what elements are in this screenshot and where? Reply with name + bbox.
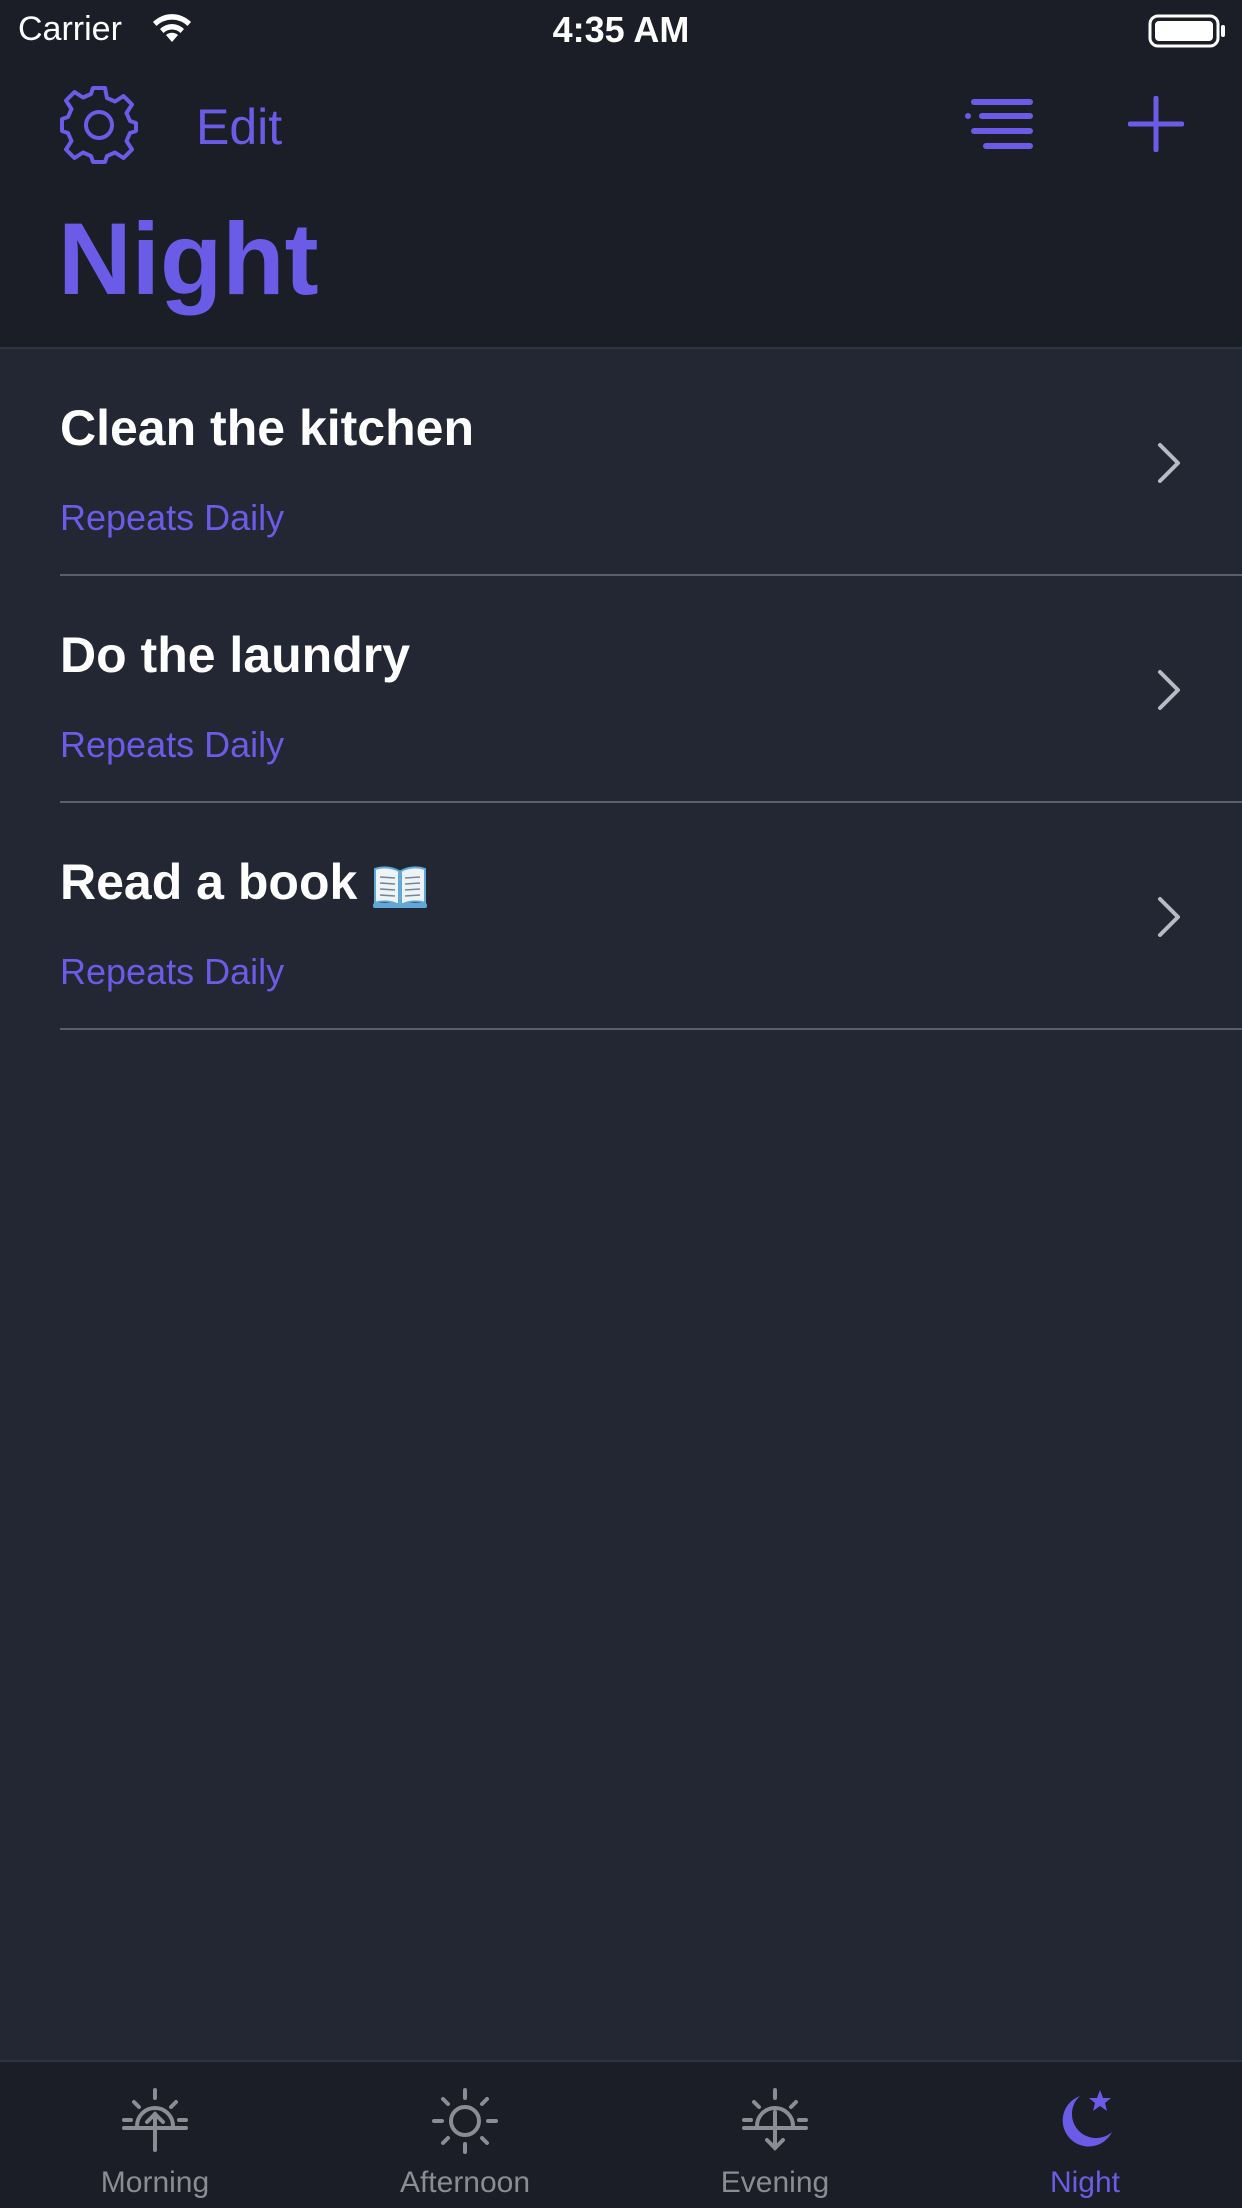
tab-morning[interactable]: Morning (0, 2062, 310, 2208)
task-repeat-label: Repeats Daily (60, 724, 285, 765)
chevron-right-icon (1158, 670, 1180, 710)
sun-icon (432, 2088, 498, 2154)
tab-evening[interactable]: Evening (620, 2062, 930, 2208)
sunset-icon (742, 2088, 808, 2151)
sort-list-icon[interactable] (964, 96, 1036, 154)
app-screen: Carrier 4:35 AM Edit Night Clean the kit… (0, 0, 1242, 2208)
add-plus-icon[interactable] (1128, 96, 1184, 152)
tab-label: Night (1049, 2166, 1121, 2199)
row-divider (60, 1028, 1242, 1030)
moon-star-icon (1062, 2090, 1112, 2147)
task-repeat-label: Repeats Daily (60, 951, 285, 992)
tab-night[interactable]: Night (930, 2062, 1240, 2208)
book-icon (373, 866, 428, 908)
sunrise-icon (122, 2088, 188, 2152)
tab-label: Evening (720, 2166, 830, 2199)
battery-icon (1148, 14, 1225, 48)
settings-gear-icon[interactable] (58, 84, 140, 166)
page-title: Night (58, 202, 319, 316)
task-list: Clean the kitchen Repeats Daily Do the l… (0, 349, 1242, 1030)
status-time: 4:35 AM (552, 9, 690, 50)
header: Carrier 4:35 AM Edit Night (0, 0, 1242, 349)
task-title: Read a book (60, 854, 358, 910)
edit-button[interactable]: Edit (196, 98, 282, 156)
tab-label: Morning (100, 2166, 210, 2199)
task-repeat-label: Repeats Daily (60, 497, 285, 538)
chevron-right-icon (1158, 443, 1180, 483)
chevron-right-icon (1158, 897, 1180, 937)
task-title: Do the laundry (60, 627, 411, 683)
tab-bar: Morning Afternoon Evening Night (0, 2060, 1242, 2208)
task-row[interactable]: Do the laundry Repeats Daily (0, 576, 1242, 803)
task-title-wrapper: Read a book (60, 853, 429, 911)
task-row[interactable]: Read a book Repeats Daily (0, 803, 1242, 1030)
tab-label: Afternoon (399, 2166, 531, 2199)
tab-afternoon[interactable]: Afternoon (310, 2062, 620, 2208)
task-row[interactable]: Clean the kitchen Repeats Daily (0, 349, 1242, 576)
status-bar: Carrier 4:35 AM (0, 0, 1242, 62)
navigation-bar: Edit (0, 70, 1242, 180)
task-title: Clean the kitchen (60, 400, 474, 456)
